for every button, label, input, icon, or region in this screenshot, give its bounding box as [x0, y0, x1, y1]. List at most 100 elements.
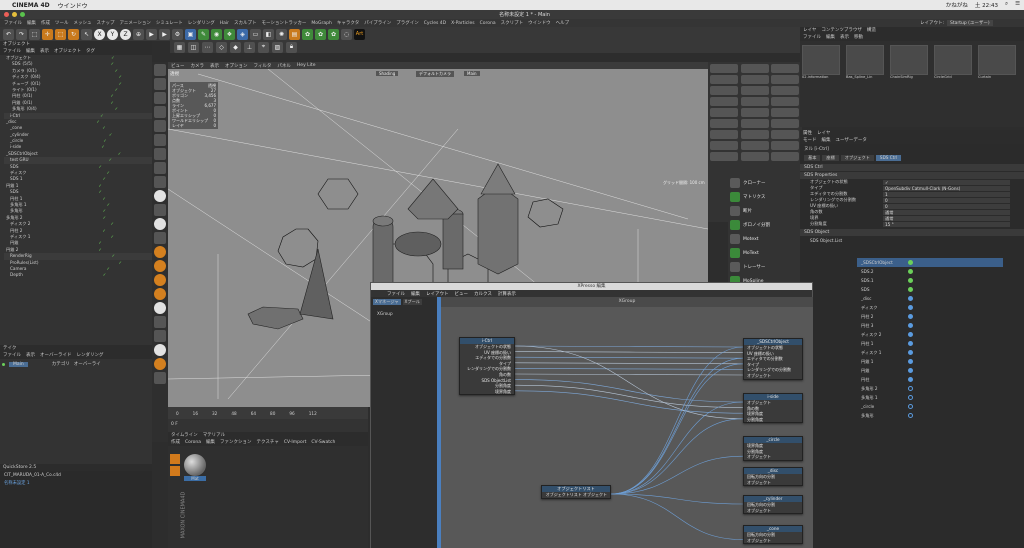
xpresso-menu-item-5[interactable]: 計算表示 [498, 291, 516, 297]
redo-icon[interactable]: ↷ [16, 28, 27, 40]
axis-mode-icon[interactable]: ⊥ [244, 41, 255, 53]
mac-clock[interactable]: 土 22:43 [975, 1, 998, 9]
visibility-check-icon[interactable]: ✓ [115, 106, 119, 112]
tool-icon[interactable] [740, 86, 769, 95]
tool-icon[interactable] [710, 152, 738, 161]
tool-icon[interactable] [710, 130, 738, 139]
edges-mode-icon[interactable]: ◇ [216, 41, 227, 53]
menubar-item-12[interactable]: MoGraph [311, 21, 331, 26]
paint-icon[interactable] [154, 260, 166, 272]
sds-list-item[interactable]: 多角形 [857, 411, 1003, 420]
object-menu-item-3[interactable]: オブジェクト [54, 48, 81, 55]
menubar-item-9[interactable]: Hair [220, 21, 229, 26]
sds-list-item[interactable]: ディスク 2 [857, 330, 1003, 339]
attr-value[interactable]: 通常 [883, 215, 1010, 221]
character-icon[interactable] [154, 358, 166, 370]
visibility-check-icon[interactable]: ✓ [111, 61, 115, 67]
python-tool-icon[interactable] [154, 344, 166, 356]
material-name[interactable]: Mat [184, 476, 206, 481]
tool-icon[interactable] [771, 130, 800, 139]
light-icon[interactable]: ✺ [276, 28, 287, 40]
content-thumb[interactable]: Bas_Spline_Lin [846, 45, 886, 79]
content-tab-2[interactable]: 構造 [867, 27, 876, 34]
tool-icon[interactable] [740, 97, 769, 106]
uv-icon[interactable] [154, 148, 166, 160]
polygons-mode-icon[interactable]: ◆ [230, 41, 241, 53]
tool-icon[interactable] [740, 119, 769, 128]
tool-icon[interactable] [710, 86, 738, 95]
mograph-menu-item[interactable]: マトリクス [728, 190, 803, 204]
xpresso-tab[interactable]: Xマネージャ [373, 299, 401, 305]
xpresso-port[interactable]: 分割角度 [744, 417, 802, 423]
camera-icon[interactable]: ◧ [263, 28, 274, 40]
xpresso-menu-item-4[interactable]: カルクス [474, 291, 492, 297]
tool-icon[interactable] [740, 64, 769, 73]
subdivision-icon[interactable]: ◉ [211, 28, 222, 40]
sds-list-item[interactable]: 円錐 1 [857, 357, 1003, 366]
attr-value[interactable]: 1 [883, 191, 1010, 197]
visibility-check-icon[interactable]: ✓ [103, 272, 107, 278]
sds-list-item[interactable]: 円錐 [857, 366, 1003, 375]
attr-value[interactable]: 0 [883, 197, 1010, 203]
workplane-icon[interactable]: ▨ [272, 41, 283, 53]
take-menu-item-1[interactable]: 表示 [26, 352, 35, 359]
sds-list-item[interactable]: 円柱 1 [857, 339, 1003, 348]
material-tool2-icon[interactable] [170, 466, 180, 476]
visibility-check-icon[interactable]: ✓ [109, 132, 113, 138]
visibility-check-icon[interactable]: ✓ [103, 176, 107, 182]
attr-menu-item-2[interactable]: ユーザーデータ [836, 137, 867, 144]
menubar-item-11[interactable]: モーショントラッカー [262, 20, 307, 26]
visibility-check-icon[interactable]: ✓ [96, 119, 100, 125]
menubar-item-21[interactable]: ヘルプ [556, 20, 570, 26]
visibility-check-icon[interactable]: ✓ [106, 266, 110, 272]
content-menu-item-3[interactable]: 移動 [854, 34, 863, 41]
tool-icon[interactable] [710, 108, 738, 117]
xpresso-node[interactable]: i-Ctrl オブジェクトの状態 UV 座標の扱い エディタでの分割数 タイプ レンダリン… [459, 337, 515, 396]
layer-icon[interactable] [154, 316, 166, 328]
menubar-item-13[interactable]: キャラクタ [337, 20, 359, 26]
grid-icon[interactable] [154, 232, 166, 244]
xpresso-node[interactable]: _cylinder 回転方向の分割 オブジェクト [743, 495, 803, 515]
xpresso-menu-item-0[interactable]: ファイル [387, 291, 405, 297]
menubar-item-2[interactable]: 作成 [41, 20, 50, 26]
menubar-item-18[interactable]: Corona [480, 21, 496, 26]
brush-icon[interactable] [154, 274, 166, 286]
xpresso-port[interactable]: オブジェクト [744, 538, 802, 544]
tool-icon[interactable] [740, 75, 769, 84]
sds-list-item[interactable]: _SDSCtrlObject [857, 258, 1003, 267]
mac-menu-window[interactable]: ウインドウ [58, 1, 88, 10]
xpresso-node[interactable]: _disc 回転方向の分割 オブジェクト [743, 467, 803, 487]
visibility-check-icon[interactable]: ✓ [102, 125, 106, 131]
mograph-menu-item[interactable]: ボロノイ分割 [728, 218, 803, 232]
sds-list-item[interactable]: ディスク 1 [857, 348, 1003, 357]
menubar-item-3[interactable]: ツール [55, 20, 69, 26]
view-icon[interactable] [154, 64, 166, 76]
material-tab-0[interactable]: タイムライン [171, 432, 198, 439]
xpresso-port[interactable]: オブジェクト [744, 373, 802, 379]
viewport-menu-item-4[interactable]: フィルタ [254, 63, 272, 69]
content-thumb[interactable]: Curtain [978, 45, 1018, 79]
keyframe-icon[interactable] [154, 330, 166, 342]
script-icon[interactable] [154, 372, 166, 384]
visibility-check-icon[interactable]: ✓ [107, 202, 111, 208]
attr-value[interactable]: 0 [883, 203, 1010, 209]
content-thumb[interactable]: CircleGrid [934, 45, 974, 79]
tool-icon[interactable] [710, 64, 738, 73]
sds-object-list[interactable]: _SDSCtrlObject SDS.2 SDS.1 SDS _disc ディスク 円柱 2… [857, 258, 1003, 428]
minimize-window-icon[interactable] [12, 12, 17, 17]
edges-icon[interactable] [154, 120, 166, 132]
xpresso-node[interactable]: i-side オブジェクト 角の数 境界角度 分割角度 [743, 393, 803, 424]
visibility-check-icon[interactable]: ✓ [110, 221, 114, 227]
z-axis-button[interactable]: Z [120, 28, 131, 40]
content-tab-1[interactable]: コンテンツブラウザ [821, 27, 862, 34]
viewport-menu-item-1[interactable]: カメラ [191, 63, 205, 69]
live-select-icon[interactable]: ⬚ [29, 28, 40, 40]
polygons-icon[interactable] [154, 134, 166, 146]
xpresso-node[interactable]: _SDSCtrlObject オブジェクトの状態 UV 座標の扱い エディタでの分割数… [743, 338, 803, 380]
visibility-check-icon[interactable]: ✓ [100, 113, 104, 119]
pen-icon[interactable]: ✎ [198, 28, 209, 40]
tracer-icon[interactable]: ✿ [328, 28, 339, 40]
tool-icon[interactable] [771, 64, 800, 73]
points-mode-icon[interactable]: ⋯ [202, 41, 213, 53]
xpresso-node[interactable]: _cone 回転方向の分割 オブジェクト [743, 525, 803, 545]
